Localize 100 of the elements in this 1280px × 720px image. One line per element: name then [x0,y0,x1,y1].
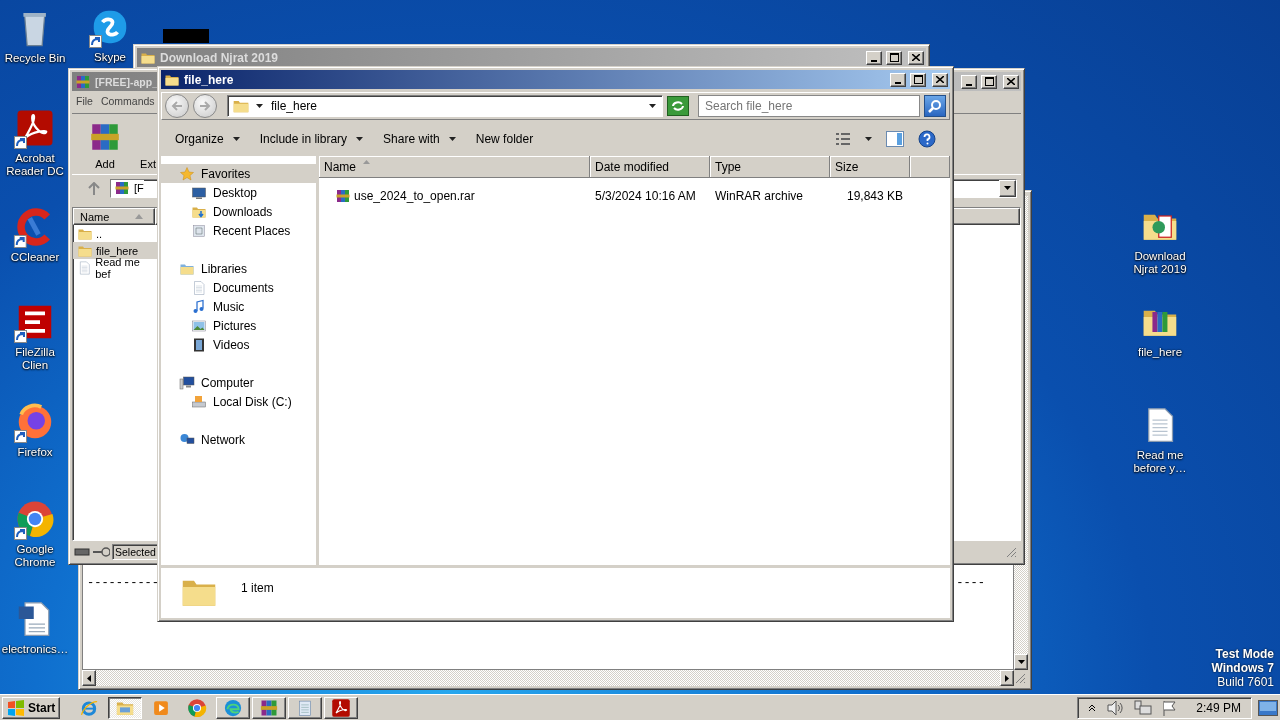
desktop-icon[interactable]: Read me before y… [1127,403,1193,476]
desktop-icon[interactable]: Google Chrome [2,497,68,570]
nav-item[interactable]: Pictures [161,316,316,335]
back-arrow-icon [171,101,183,111]
browser-icon [15,499,55,539]
refresh-icon [671,100,685,112]
toolbar-button[interactable]: Share with [373,127,466,151]
column-header[interactable]: Type [710,156,830,178]
help-icon [918,130,936,148]
nav-item[interactable]: Videos [161,335,316,354]
resize-grip-icon[interactable] [1014,672,1026,684]
menu-item[interactable]: Commands [100,95,155,107]
maximize-icon [889,53,899,62]
column-header[interactable]: Date modified [590,156,710,178]
nav-item[interactable]: Recent Places [161,221,316,240]
file-row[interactable]: .. [73,225,159,242]
star-icon [179,165,195,182]
preview-pane-icon [886,131,904,147]
drive-icon [74,547,90,557]
toolbar-button[interactable]: Ext [136,118,160,170]
column-header[interactable]: Name [73,208,155,225]
sort-arrow-icon [135,214,144,219]
caret-icon[interactable] [1005,674,1009,682]
flag-icon[interactable] [1162,699,1179,716]
column-header[interactable]: Size [830,156,910,178]
nav-item[interactable]: Documents [161,278,316,297]
caret-icon [232,137,240,141]
back-button[interactable] [165,94,189,118]
watermark-text: Build 7601 [1217,675,1274,689]
nav-item[interactable]: Libraries [161,259,316,278]
window-title: [FREE]-app_ [95,75,158,88]
file-row[interactable]: file_here [73,242,159,259]
nav-item[interactable]: Local Disk (C:) [161,392,316,411]
maximize-button[interactable] [886,50,902,65]
toolbar-button[interactable]: Add [88,118,122,170]
toolbar-button[interactable]: Organize [165,127,250,151]
nav-item[interactable]: Network [161,430,316,449]
clock[interactable]: 2:49 PM [1196,700,1241,715]
breadcrumb-item[interactable]: file_here [269,99,320,113]
desktop-icon[interactable]: file_here [1136,300,1184,360]
start-button[interactable]: Start [2,696,61,719]
taskbar-button[interactable] [108,696,143,719]
close-button[interactable] [1003,74,1019,89]
close-button[interactable] [932,72,948,87]
item-count: 1 item [241,581,274,595]
maximize-button[interactable] [910,72,926,87]
redaction-bar [163,29,209,43]
view-options-button[interactable] [835,132,851,146]
refresh-button[interactable] [667,96,689,116]
document-icon [191,279,207,296]
forward-button[interactable] [193,94,217,118]
column-header[interactable]: Name [319,156,590,178]
caret-icon [448,137,456,141]
desktop-icon[interactable]: FileZilla Clien [2,300,68,373]
minimize-button[interactable] [866,50,882,65]
network-icon[interactable] [1134,699,1153,716]
minimize-icon [871,59,877,62]
maximize-icon [913,75,923,84]
desktop-icon[interactable]: Recycle Bin [3,6,67,66]
toolbar-button[interactable]: New folder [465,127,544,151]
horizontal-scrollbar[interactable] [82,670,1014,686]
nav-item[interactable]: Music [161,297,316,316]
maximize-button[interactable] [981,74,997,89]
nav-item[interactable]: Downloads [161,202,316,221]
caret-icon [865,137,872,141]
nav-item[interactable]: Computer [161,373,316,392]
desktop-icon[interactable]: Skype [88,5,132,65]
scroll-down-button[interactable] [1014,654,1028,670]
desktop-icon[interactable]: Firefox [13,400,57,460]
close-button[interactable] [908,50,924,65]
speaker-icon[interactable] [1106,699,1125,716]
minimize-button[interactable] [890,72,906,87]
maximize-icon [984,77,994,86]
address-bar[interactable]: file_here [227,95,663,117]
caret-icon[interactable] [87,674,91,682]
windows-flag-icon [7,699,25,716]
desktop-icon[interactable]: CCleaner [9,205,61,265]
menu-item[interactable]: File [76,95,93,107]
music-note-icon [191,298,207,315]
chevron-up-icon[interactable] [1088,703,1097,712]
help-button[interactable] [918,130,936,148]
search-field[interactable]: Search file_here [698,95,920,117]
list-view-icon [835,132,851,146]
caret-icon[interactable] [1017,660,1025,664]
desktop-icon[interactable]: electronics… [2,597,68,657]
desktop-icon[interactable]: Acrobat Reader DC [2,106,68,179]
sort-arrow-icon [363,160,370,164]
desktop-icon[interactable]: Download Njrat 2019 [1127,204,1193,277]
text-file-icon [77,259,93,276]
preview-pane-button[interactable] [886,131,904,147]
resize-grip-icon[interactable] [1005,546,1017,558]
show-desktop-icon[interactable] [1258,699,1278,716]
nav-item[interactable]: Favorites [161,164,316,183]
window-title: file_here [184,72,234,87]
watermark-text: Test Mode [1215,647,1274,661]
search-button[interactable] [924,95,946,117]
toolbar-button[interactable]: Include in library [249,127,374,151]
disk-icon [191,393,207,410]
window-title: Download Njrat 2019 [160,50,279,65]
minimize-button[interactable] [961,74,977,89]
